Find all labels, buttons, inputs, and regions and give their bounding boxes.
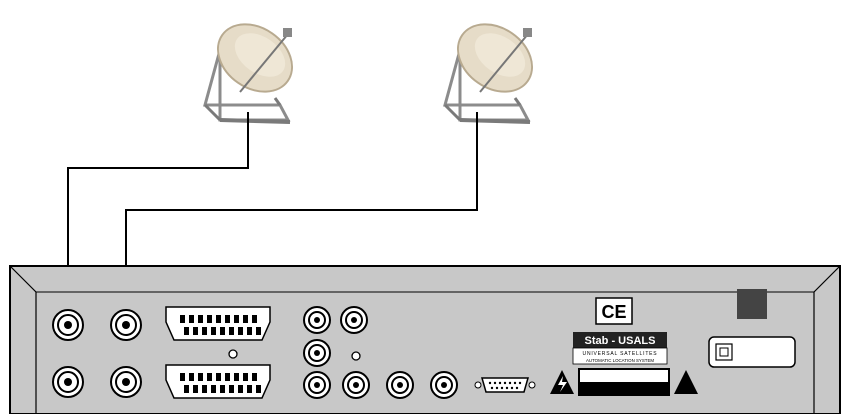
scart-vcr-connector: [165, 364, 271, 399]
lnb-in-1-connector: [52, 309, 84, 341]
ce-mark-text: CE: [601, 302, 626, 322]
usals-badge-line1: UNIVERSAL SATELLITES: [583, 351, 658, 357]
rca-indicator-dot: [351, 351, 361, 361]
ce-mark: CE: [595, 297, 633, 325]
usals-badge-line2: AUTOMATIC LOCATION SYSTEM: [586, 358, 654, 363]
rca-connector: [430, 371, 458, 399]
rca-connector: [303, 306, 331, 334]
rca-connector: [386, 371, 414, 399]
lnb-in-2-connector: [110, 309, 142, 341]
power-button[interactable]: [737, 289, 767, 319]
satellite-dish-left: [203, 23, 294, 124]
connection-diagram: CE Stab - USALS UNIVERSAL SATELLITES AUT…: [9, 23, 841, 414]
scart-tv-connector: [165, 306, 271, 341]
rca-connector: [340, 306, 368, 334]
loop-out-2-connector: [110, 366, 142, 398]
rca-connector: [303, 371, 331, 399]
satellite-dish-right: [443, 23, 534, 124]
usals-badge: Stab - USALS UNIVERSAL SATELLITES AUTOMA…: [572, 332, 668, 365]
loop-out-1-connector: [52, 366, 84, 398]
power-switch[interactable]: [708, 336, 796, 368]
rca-connector: [342, 371, 370, 399]
usals-badge-title: Stab - USALS: [585, 335, 656, 347]
rca-connector: [303, 339, 331, 367]
scart-indicator-dot: [228, 349, 238, 359]
